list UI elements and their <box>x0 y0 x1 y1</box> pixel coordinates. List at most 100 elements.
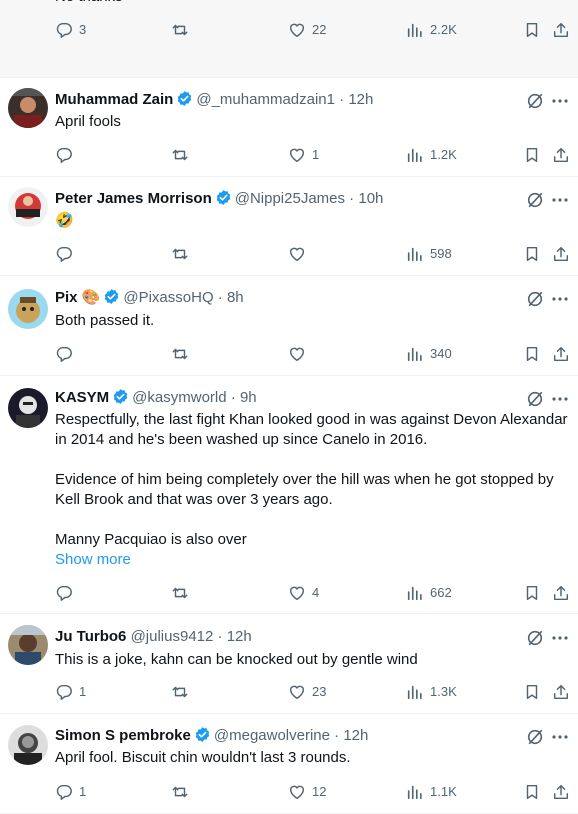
views-button[interactable]: 1.3K <box>406 682 457 702</box>
timestamp[interactable]: 8h <box>227 289 244 306</box>
reply-count: 1 <box>79 784 87 799</box>
share-button[interactable] <box>552 244 570 264</box>
like-button[interactable]: 23 <box>288 682 326 702</box>
avatar[interactable] <box>8 289 48 329</box>
bookmark-button[interactable] <box>523 244 541 264</box>
verified-badge-icon <box>176 90 193 107</box>
views-button[interactable]: 662 <box>406 583 452 603</box>
views-button[interactable]: 340 <box>406 344 452 364</box>
grok-icon[interactable] <box>526 728 544 746</box>
reply-button[interactable]: 3 <box>55 20 86 40</box>
user-handle[interactable]: @julius9412 <box>131 628 214 645</box>
tweet-paragraph: Evidence of him being completely over th… <box>55 471 554 508</box>
display-name[interactable]: Peter James Morrison <box>55 190 212 207</box>
like-button[interactable] <box>288 344 312 364</box>
bookmark-button[interactable] <box>523 682 541 702</box>
like-button[interactable] <box>288 244 312 264</box>
like-button[interactable]: 1 <box>288 145 319 165</box>
tweet[interactable]: Naji @NajiChill · 12h No thanks 3 22 2.2… <box>0 0 578 78</box>
reply-icon <box>55 683 73 701</box>
retweet-button[interactable] <box>171 782 195 802</box>
display-name[interactable]: KASYM <box>55 389 109 406</box>
analytics-icon <box>406 245 424 263</box>
bookmark-button[interactable] <box>523 782 541 802</box>
share-button[interactable] <box>552 145 570 165</box>
grok-icon[interactable] <box>526 191 544 209</box>
grok-icon[interactable] <box>526 290 544 308</box>
tweet[interactable]: Ju Turbo6 @julius9412 · 12h This is a jo… <box>0 614 578 714</box>
share-button[interactable] <box>552 20 570 40</box>
views-button[interactable]: 1.2K <box>406 145 457 165</box>
more-options-icon[interactable] <box>550 92 570 110</box>
tweet-header: KASYM @kasymworld · 9h <box>55 389 257 406</box>
tweet-actions: 598 <box>55 244 575 264</box>
verified-badge-icon <box>215 189 232 206</box>
display-name[interactable]: Muhammad Zain <box>55 91 173 108</box>
reply-button[interactable]: 1 <box>55 682 86 702</box>
avatar[interactable] <box>8 187 48 227</box>
bookmark-button[interactable] <box>523 20 541 40</box>
timestamp[interactable]: 12h <box>227 628 252 645</box>
tweet[interactable]: Peter James Morrison @Nippi25James · 10h … <box>0 177 578 276</box>
user-handle[interactable]: @megawolverine <box>214 727 330 744</box>
tweet[interactable]: Simon S pembroke @megawolverine · 12h Apr… <box>0 714 578 814</box>
retweet-button[interactable] <box>171 145 195 165</box>
show-more-link[interactable]: Show more <box>55 550 570 570</box>
retweet-button[interactable] <box>171 20 195 40</box>
share-button[interactable] <box>552 682 570 702</box>
timestamp[interactable]: 12h <box>343 727 368 744</box>
like-button[interactable]: 4 <box>288 583 319 603</box>
retweet-button[interactable] <box>171 682 195 702</box>
reply-icon <box>55 146 73 164</box>
user-handle[interactable]: @Nippi25James <box>235 190 345 207</box>
more-options-icon[interactable] <box>550 191 570 209</box>
reply-button[interactable] <box>55 583 79 603</box>
reply-button[interactable] <box>55 244 79 264</box>
avatar[interactable] <box>8 725 48 765</box>
user-handle[interactable]: @kasymworld <box>132 389 226 406</box>
more-options-icon[interactable] <box>550 629 570 647</box>
display-name[interactable]: Simon S pembroke <box>55 727 191 744</box>
avatar[interactable] <box>8 88 48 128</box>
user-handle[interactable]: @_muhammadzain1 <box>196 91 335 108</box>
tweet-text: No thanks <box>55 0 570 7</box>
retweet-icon <box>171 21 189 39</box>
bookmark-button[interactable] <box>523 583 541 603</box>
timestamp[interactable]: 10h <box>358 190 383 207</box>
tweet[interactable]: Muhammad Zain @_muhammadzain1 · 12h April… <box>0 78 578 177</box>
avatar[interactable] <box>8 388 48 428</box>
bookmark-button[interactable] <box>523 145 541 165</box>
like-button[interactable]: 22 <box>288 20 326 40</box>
grok-icon[interactable] <box>526 390 544 408</box>
timestamp[interactable]: 12h <box>348 91 373 108</box>
more-options-icon[interactable] <box>550 728 570 746</box>
share-button[interactable] <box>552 344 570 364</box>
reply-button[interactable]: 1 <box>55 782 86 802</box>
like-button[interactable]: 12 <box>288 782 326 802</box>
display-name[interactable]: Pix 🎨 <box>55 289 100 306</box>
user-handle[interactable]: @PixassoHQ <box>123 289 213 306</box>
view-count: 1.3K <box>430 684 457 699</box>
avatar[interactable] <box>8 625 48 665</box>
views-button[interactable]: 1.1K <box>406 782 457 802</box>
share-button[interactable] <box>552 782 570 802</box>
more-options-icon[interactable] <box>550 290 570 308</box>
retweet-button[interactable] <box>171 244 195 264</box>
retweet-button[interactable] <box>171 344 195 364</box>
reply-button[interactable] <box>55 145 79 165</box>
grok-icon[interactable] <box>526 92 544 110</box>
share-button[interactable] <box>552 583 570 603</box>
display-name[interactable]: Ju Turbo6 <box>55 628 126 645</box>
tweet[interactable]: Pix 🎨 @PixassoHQ · 8h Both passed it. 340 <box>0 276 578 376</box>
share-icon <box>552 345 570 363</box>
grok-icon[interactable] <box>526 629 544 647</box>
tweet[interactable]: KASYM @kasymworld · 9h Respectfully, the … <box>0 376 578 614</box>
tweet-paragraph: April fool. Biscuit chin wouldn't last 3… <box>55 749 351 766</box>
views-button[interactable]: 2.2K <box>406 20 457 40</box>
retweet-button[interactable] <box>171 583 195 603</box>
reply-button[interactable] <box>55 344 79 364</box>
bookmark-button[interactable] <box>523 344 541 364</box>
timestamp[interactable]: 9h <box>240 389 257 406</box>
more-options-icon[interactable] <box>550 390 570 408</box>
views-button[interactable]: 598 <box>406 244 452 264</box>
